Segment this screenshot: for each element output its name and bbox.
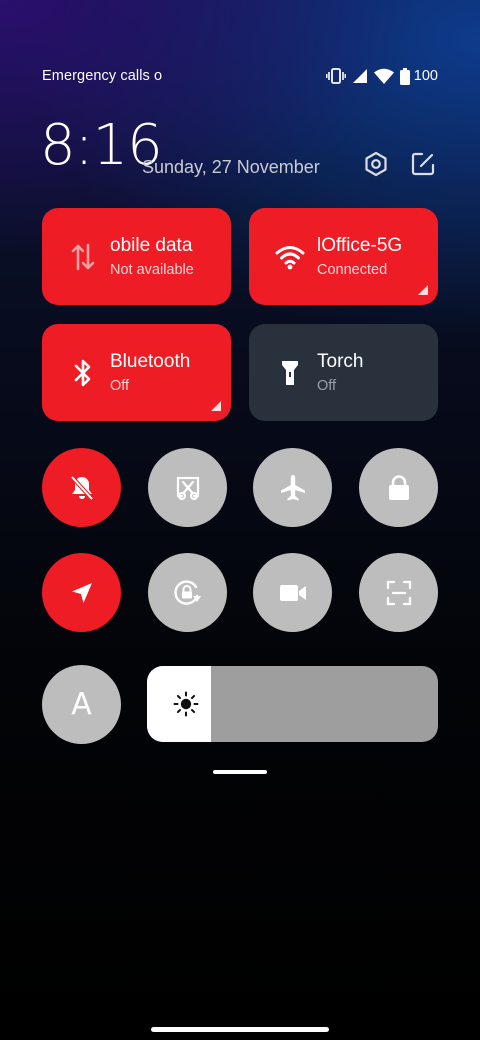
silent-mode-toggle[interactable] <box>42 448 121 527</box>
settings-icon[interactable] <box>362 150 390 178</box>
wifi-icon <box>275 242 305 272</box>
edit-icon[interactable] <box>409 150 437 178</box>
navigation-gesture-bar[interactable] <box>151 1027 329 1032</box>
mobile-data-text: obile data Not available <box>110 234 220 280</box>
bluetooth-tile[interactable]: Bluetooth Off <box>42 324 231 421</box>
mobile-data-title: obile data <box>110 235 193 256</box>
video-camera-icon <box>278 580 308 606</box>
clock-date: Sunday, 27 November <box>142 157 320 177</box>
vibrate-icon <box>325 68 346 84</box>
scan-icon <box>384 578 414 608</box>
wifi-network-name: lOffice-5G <box>317 235 403 256</box>
torch-status: Off <box>317 378 337 394</box>
brightness-slider[interactable] <box>147 666 438 742</box>
airplane-mode-toggle[interactable] <box>253 448 332 527</box>
bell-off-icon <box>67 473 97 503</box>
screen-lock-toggle[interactable] <box>359 448 438 527</box>
status-icons: 100 <box>325 66 438 86</box>
wifi-expand-indicator[interactable] <box>418 285 428 295</box>
mobile-data-tile[interactable]: obile data Not available <box>42 208 231 305</box>
bluetooth-icon <box>68 358 98 388</box>
lock-icon <box>385 473 413 503</box>
location-toggle[interactable] <box>42 553 121 632</box>
auto-rotate-toggle[interactable] <box>148 553 227 632</box>
wifi-tile[interactable]: lOffice-5G Connected <box>249 208 438 305</box>
sun-icon <box>173 691 199 717</box>
panel-drag-handle[interactable] <box>213 770 267 774</box>
bluetooth-title: Bluetooth <box>110 351 191 372</box>
mobile-data-icon <box>68 242 98 272</box>
bluetooth-status: Off <box>110 378 130 394</box>
status-carrier-text: Emergency calls o <box>42 68 163 84</box>
scanner-toggle[interactable] <box>359 553 438 632</box>
location-arrow-icon <box>68 579 96 607</box>
torch-icon <box>275 358 305 388</box>
torch-tile[interactable]: Torch Off <box>249 324 438 421</box>
signal-icon <box>352 68 368 84</box>
bluetooth-expand-indicator[interactable] <box>211 401 221 411</box>
rotation-lock-icon <box>171 577 205 609</box>
bluetooth-text: Bluetooth Off <box>110 350 220 396</box>
wifi-status: Connected <box>317 262 388 278</box>
airplane-icon <box>278 473 308 503</box>
wifi-text: lOffice-5G Connected <box>317 234 427 280</box>
torch-title: Torch <box>317 351 364 372</box>
torch-text: Torch Off <box>317 350 427 396</box>
wifi-icon <box>373 68 394 84</box>
auto-brightness-label: A <box>71 687 92 722</box>
battery-level: 100 <box>413 68 438 84</box>
screen-record-toggle[interactable] <box>253 553 332 632</box>
mobile-data-status: Not available <box>110 262 194 278</box>
auto-brightness-toggle[interactable]: A <box>42 665 121 744</box>
battery-icon <box>399 67 410 85</box>
screenshot-scissors-icon <box>173 473 203 503</box>
screenshot-toggle[interactable] <box>148 448 227 527</box>
